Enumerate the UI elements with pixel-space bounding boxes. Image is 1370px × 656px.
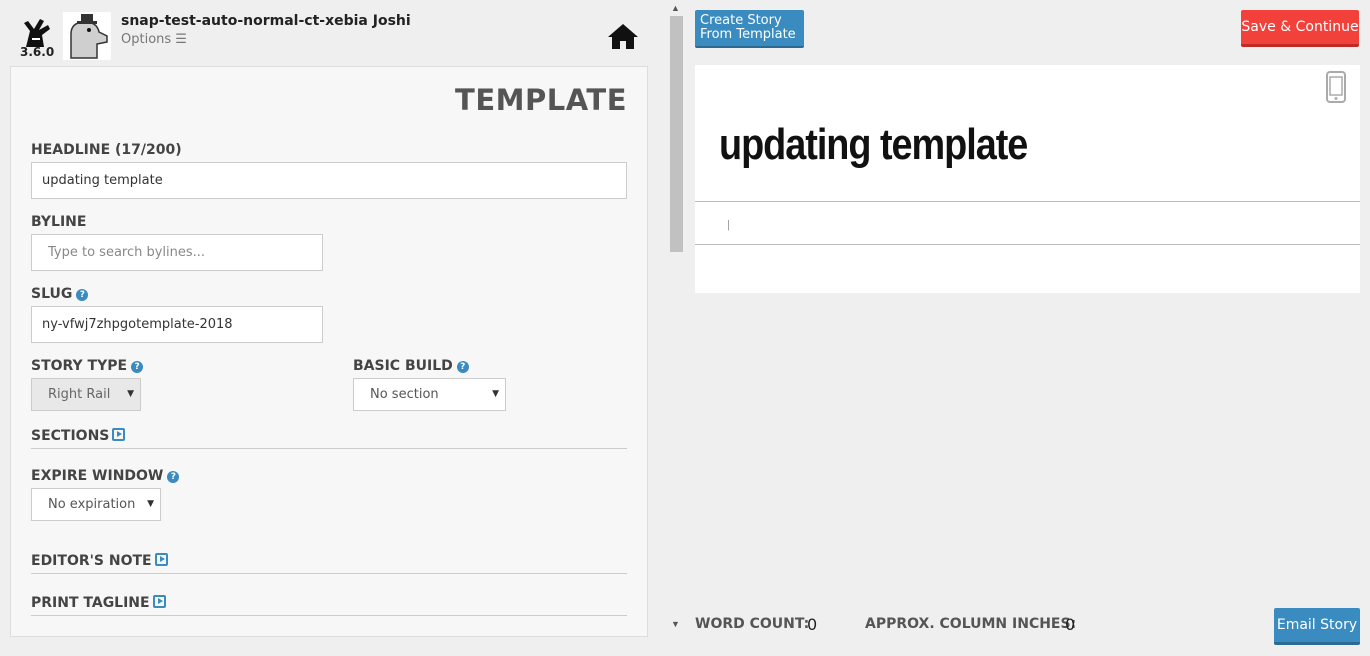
column-inches-label: APPROX. COLUMN INCHES: xyxy=(865,616,1077,632)
preview-byline: | xyxy=(727,219,730,231)
expire-window-label: EXPIRE WINDOW? xyxy=(31,468,180,484)
story-type-select[interactable]: Right Rail ▼ xyxy=(31,378,141,411)
slug-input[interactable] xyxy=(31,306,323,343)
editors-note-label: EDITOR'S NOTE xyxy=(31,553,152,569)
expire-window-value: No expiration xyxy=(48,497,136,512)
app-version: 3.6.0 xyxy=(20,45,55,59)
preview-divider xyxy=(695,201,1360,202)
slug-label: SLUG? xyxy=(31,286,89,302)
story-type-help-icon[interactable]: ? xyxy=(131,361,144,373)
scroll-up-arrow-icon[interactable]: ▲ xyxy=(671,3,680,13)
basic-build-value: No section xyxy=(370,387,439,402)
home-icon[interactable] xyxy=(607,22,639,50)
expire-window-help-icon[interactable]: ? xyxy=(167,471,180,483)
print-tagline-toggle[interactable]: PRINT TAGLINE xyxy=(31,595,166,611)
chevron-down-icon: ▼ xyxy=(127,389,134,399)
save-continue-button[interactable]: Save & Continue xyxy=(1241,10,1359,47)
create-from-template-button[interactable]: Create Story From Template xyxy=(695,10,804,48)
print-tagline-label: PRINT TAGLINE xyxy=(31,595,150,611)
chevron-down-icon: ▼ xyxy=(147,499,154,509)
basic-build-label-text: BASIC BUILD xyxy=(353,358,453,374)
basic-build-select[interactable]: No section ▼ xyxy=(353,378,506,411)
expand-icon xyxy=(152,595,166,608)
byline-label: BYLINE xyxy=(31,214,87,230)
form-title: TEMPLATE xyxy=(455,83,627,117)
template-form-panel: TEMPLATE HEADLINE (17/200) BYLINE SLUG? … xyxy=(10,66,648,637)
avatar xyxy=(63,12,111,60)
story-type-label: STORY TYPE? xyxy=(31,358,144,374)
word-count-value: 0 xyxy=(807,615,818,634)
editors-note-toggle[interactable]: EDITOR'S NOTE xyxy=(31,553,168,569)
basic-build-label: BASIC BUILD? xyxy=(353,358,469,374)
expire-window-select[interactable]: No expiration ▼ xyxy=(31,488,161,521)
user-name: snap-test-auto-normal-ct-xebia Joshi xyxy=(121,13,411,29)
slug-label-text: SLUG xyxy=(31,286,73,302)
expire-window-label-text: EXPIRE WINDOW xyxy=(31,468,164,484)
scroll-down-arrow-icon[interactable]: ▼ xyxy=(671,619,680,629)
sections-toggle[interactable]: SECTIONS xyxy=(31,428,126,444)
preview-divider xyxy=(695,244,1360,245)
editors-note-divider xyxy=(31,573,627,574)
column-inches-value: 0 xyxy=(1065,615,1076,634)
email-story-button[interactable]: Email Story xyxy=(1274,608,1360,645)
story-preview: updating template | xyxy=(695,65,1360,293)
headline-input[interactable] xyxy=(31,162,627,199)
chevron-down-icon: ▼ xyxy=(492,389,499,399)
basic-build-help-icon[interactable]: ? xyxy=(456,361,469,373)
expand-icon xyxy=(154,553,168,566)
preview-headline: updating template xyxy=(719,120,1028,169)
headline-label: HEADLINE (17/200) xyxy=(31,142,182,158)
story-type-value: Right Rail xyxy=(48,387,111,402)
story-type-label-text: STORY TYPE xyxy=(31,358,128,374)
word-count-label: WORD COUNT: xyxy=(695,616,810,632)
mobile-preview-icon[interactable] xyxy=(1326,71,1346,103)
scrollbar-thumb[interactable] xyxy=(670,16,683,252)
sections-divider xyxy=(31,448,627,449)
slug-help-icon[interactable]: ? xyxy=(76,289,89,301)
sections-label: SECTIONS xyxy=(31,428,110,444)
byline-search-input[interactable] xyxy=(31,234,323,271)
options-menu-link[interactable]: Options ☰ xyxy=(121,32,187,47)
expand-icon xyxy=(112,428,126,441)
print-tagline-divider xyxy=(31,615,627,616)
